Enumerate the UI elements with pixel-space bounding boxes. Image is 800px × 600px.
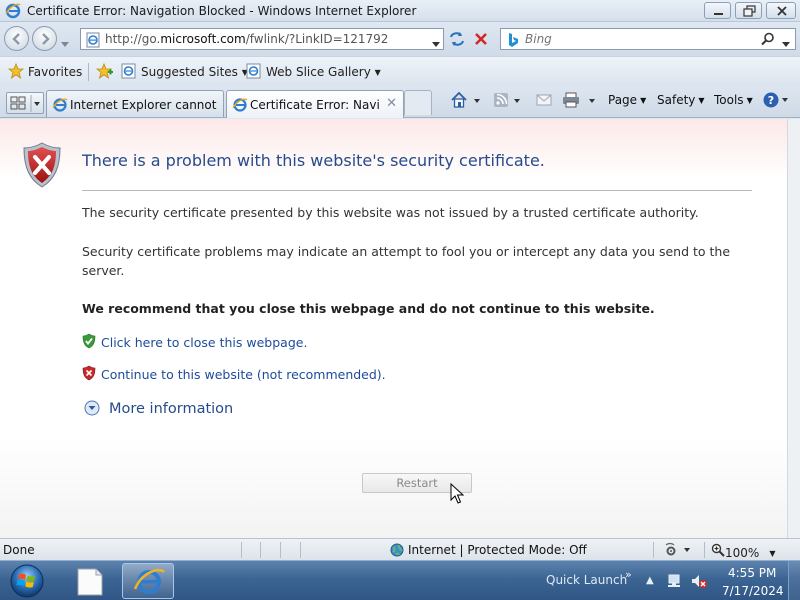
window-title: Certificate Error: Navigation Blocked - …: [27, 4, 417, 18]
close-tab-icon[interactable]: ✕: [386, 96, 397, 111]
globe-icon: [390, 543, 404, 557]
printer-icon: [563, 92, 595, 108]
start-button[interactable]: [4, 562, 50, 600]
search-icon[interactable]: [761, 32, 775, 49]
network-icon[interactable]: [666, 573, 682, 592]
security-shield-x-icon: [22, 141, 62, 192]
quick-tabs-icon: [10, 95, 40, 112]
mail-icon: [536, 94, 552, 106]
taskbar-internet-explorer-button[interactable]: [122, 563, 174, 599]
stop-icon[interactable]: [470, 28, 492, 50]
search-input[interactable]: [525, 31, 745, 47]
search-box[interactable]: [500, 28, 796, 50]
address-bar[interactable]: http://go.microsoft.com/fwlink/?LinkID=1…: [80, 28, 444, 50]
tab-ie-cannot-display[interactable]: Internet Explorer cannot di...: [46, 90, 224, 117]
page-menu[interactable]: Page ▼: [608, 93, 646, 107]
red-shield-x-icon: [82, 365, 96, 381]
tab-certificate-error[interactable]: Certificate Error: Navig... ✕: [226, 90, 404, 118]
home-icon: [451, 91, 480, 108]
new-tab-button[interactable]: [404, 90, 432, 115]
settings-gear-icon: [665, 542, 690, 556]
status-separator: [241, 542, 242, 558]
ie-page-icon: [121, 63, 136, 79]
tab-bar: Internet Explorer cannot di... Certifica…: [0, 86, 800, 118]
favorites-button[interactable]: Favorites: [7, 62, 82, 79]
help-button[interactable]: ?: [762, 91, 792, 112]
status-text: Done: [3, 543, 35, 557]
forward-button[interactable]: [32, 26, 57, 51]
print-button[interactable]: [561, 91, 599, 112]
status-separator: [260, 542, 261, 558]
quick-launch-chevron-icon[interactable]: »: [625, 568, 632, 581]
zoom-magnifier-icon: [711, 543, 725, 557]
safety-menu[interactable]: Safety ▼: [657, 93, 705, 107]
status-separator: [300, 542, 301, 558]
continue-to-website-link[interactable]: Continue to this website (not recommende…: [82, 365, 386, 382]
address-toolbar: http://go.microsoft.com/fwlink/?LinkID=1…: [0, 22, 800, 56]
clock-date[interactable]: 7/17/2024: [722, 584, 784, 598]
green-shield-check-icon: [82, 333, 96, 349]
recommendation-text: We recommend that you close this webpage…: [82, 301, 655, 316]
read-mail-button[interactable]: [535, 91, 553, 112]
windows-logo-icon: [10, 564, 44, 598]
taskbar: Quick Launch » ▲ 4:55 PM 7/17/2024: [0, 560, 800, 600]
vertical-scrollbar[interactable]: [787, 119, 800, 538]
svg-text:?: ?: [768, 94, 774, 107]
home-button[interactable]: [449, 91, 485, 112]
search-options-dropdown-icon[interactable]: [782, 36, 790, 50]
help-icon: ?: [763, 92, 788, 108]
certificate-explanation: The security certificate presented by th…: [82, 205, 699, 220]
status-separator: [704, 542, 705, 558]
address-dropdown-icon[interactable]: [432, 36, 440, 50]
minimize-button[interactable]: [704, 2, 731, 19]
back-button[interactable]: [4, 26, 29, 51]
zoom-control[interactable]: 100% ▼: [711, 543, 775, 560]
refresh-icon[interactable]: [446, 28, 468, 50]
favorites-separator: [88, 63, 89, 81]
feeds-button[interactable]: [492, 91, 528, 112]
page-content: There is a problem with this website's s…: [0, 119, 787, 538]
more-information-toggle[interactable]: More information: [84, 400, 233, 417]
quick-launch-toolbar[interactable]: Quick Launch: [546, 573, 627, 587]
ie-icon: [232, 98, 248, 112]
divider: [82, 190, 752, 191]
ie-icon: [5, 3, 21, 22]
address-url: http://go.microsoft.com/fwlink/?LinkID=1…: [105, 32, 389, 46]
taskbar-explorer-button[interactable]: [64, 563, 116, 599]
show-desktop-button[interactable]: [788, 561, 800, 600]
close-webpage-link[interactable]: Click here to close this webpage.: [82, 333, 307, 350]
mouse-cursor-icon: [450, 482, 465, 508]
expand-chevron-icon: [84, 400, 100, 416]
security-warning-text: Security certificate problems may indica…: [82, 244, 731, 278]
ie-page-icon: [246, 63, 261, 79]
rss-feed-icon: [494, 93, 520, 107]
web-slice-gallery-button[interactable]: Web Slice Gallery ▼: [246, 63, 381, 79]
page-title: There is a problem with this website's s…: [82, 151, 545, 170]
security-zone[interactable]: Internet | Protected Mode: Off: [390, 543, 587, 557]
bing-icon: [506, 32, 520, 51]
add-to-favorites-bar-button[interactable]: [95, 62, 118, 79]
status-bar: Done Internet | Protected Mode: Off 100%…: [0, 538, 800, 560]
protected-mode-settings-button[interactable]: [662, 541, 696, 560]
restore-button[interactable]: [735, 2, 762, 19]
ie-icon: [133, 568, 165, 594]
show-hidden-icons-icon[interactable]: ▲: [646, 575, 654, 586]
zoom-level: 100%: [725, 546, 760, 560]
volume-muted-icon[interactable]: [690, 573, 708, 592]
ie-icon: [52, 98, 68, 112]
status-separator: [653, 542, 654, 558]
status-separator: [280, 542, 281, 558]
quick-tabs-button[interactable]: [6, 92, 44, 114]
title-bar: Certificate Error: Navigation Blocked - …: [0, 0, 800, 22]
page-icon: [85, 32, 101, 51]
clock-time[interactable]: 4:55 PM: [728, 566, 776, 580]
recent-pages-dropdown-icon[interactable]: [61, 36, 69, 50]
favorites-bar: Favorites Suggested Sites ▼ Web Slice Ga…: [0, 56, 800, 86]
star-icon: [7, 62, 25, 79]
close-window-button[interactable]: [766, 2, 796, 19]
suggested-sites-button[interactable]: Suggested Sites ▼: [121, 63, 248, 79]
document-icon: [77, 568, 103, 596]
tools-menu[interactable]: Tools ▼: [714, 93, 753, 107]
add-favorite-icon: [95, 62, 113, 79]
